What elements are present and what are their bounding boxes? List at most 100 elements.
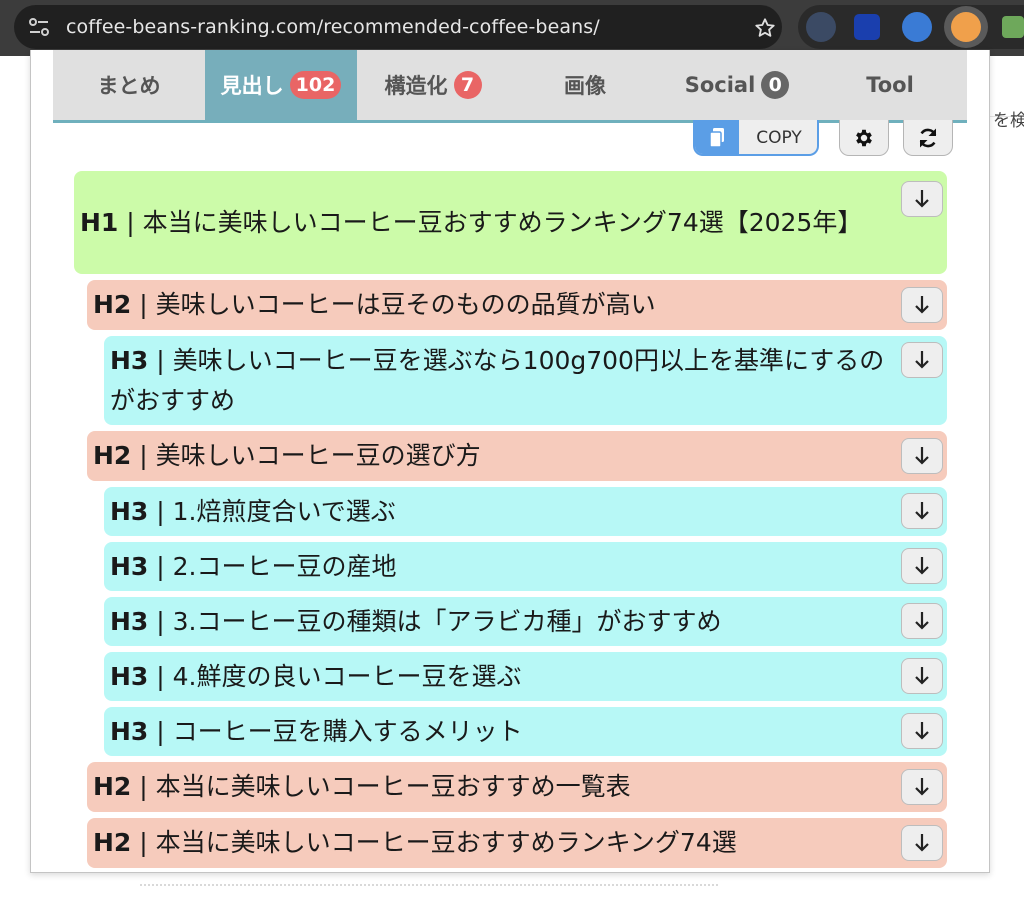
copy-icon xyxy=(695,120,739,154)
heading-text: H3 | 美味しいコーヒー豆を選ぶなら100g700円以上を基準にするのがおすす… xyxy=(110,345,885,415)
heading-level: H3 xyxy=(110,551,149,581)
scroll-to-heading-button[interactable] xyxy=(901,438,943,474)
arrow-down-icon xyxy=(915,351,929,369)
tab-summary[interactable]: まとめ xyxy=(53,50,205,120)
heading-content: 2.コーヒー豆の産地 xyxy=(172,551,397,581)
heading-content: 本当に美味しいコーヒー豆おすすめ一覧表 xyxy=(155,772,631,801)
arrow-down-icon xyxy=(915,447,929,465)
heading-row-h3: H3 | コーヒー豆を購入するメリット xyxy=(104,707,947,756)
seo-extension-popup: まとめ 見出し 102 構造化 7 画像 Social 0 Tool COPY … xyxy=(30,50,990,873)
heading-level: H1 xyxy=(80,207,119,237)
heading-row-h2: H2 | 美味しいコーヒー豆の選び方 xyxy=(87,431,947,481)
heading-level: H2 xyxy=(93,828,132,857)
arrow-down-icon xyxy=(915,502,929,520)
heading-text: H3 | 2.コーヒー豆の産地 xyxy=(110,551,397,581)
scroll-to-heading-button[interactable] xyxy=(901,825,943,861)
puzzle-extension-icon[interactable] xyxy=(1002,16,1024,38)
social-count-badge: 0 xyxy=(761,71,790,99)
scroll-to-heading-button[interactable] xyxy=(901,713,943,749)
background-search-text: を検 xyxy=(993,111,1024,131)
arrow-down-icon xyxy=(915,296,929,314)
heading-content: 美味しいコーヒーは豆そのものの品質が高い xyxy=(155,290,656,319)
heading-content: 美味しいコーヒー豆の選び方 xyxy=(155,441,481,470)
tab-structured-data[interactable]: 構造化 7 xyxy=(357,50,509,120)
headings-count-badge: 102 xyxy=(289,71,342,99)
heading-level: H3 xyxy=(110,716,149,746)
clock-extension-icon[interactable] xyxy=(806,12,836,42)
tab-bar: まとめ 見出し 102 構造化 7 画像 Social 0 Tool xyxy=(53,50,967,123)
scroll-to-heading-button[interactable] xyxy=(901,181,943,217)
heading-text: H1 | 本当に美味しいコーヒー豆おすすめランキング74選【2025年】 xyxy=(80,207,863,237)
heading-level: H3 xyxy=(110,496,149,526)
scroll-to-heading-button[interactable] xyxy=(901,548,943,584)
heading-content: 本当に美味しいコーヒー豆おすすめランキング74選 xyxy=(155,828,737,857)
background-dotted-line xyxy=(140,884,718,888)
heading-content: 4.鮮度の良いコーヒー豆を選ぶ xyxy=(172,661,522,691)
heading-row-h3: H3 | 1.焙煎度合いで選ぶ xyxy=(104,487,947,536)
scroll-to-heading-button[interactable] xyxy=(901,287,943,323)
heading-text: H3 | 3.コーヒー豆の種類は「アラビカ種」がおすすめ xyxy=(110,606,722,636)
q-extension-icon[interactable] xyxy=(902,12,932,42)
heading-row-h2: H2 | 美味しいコーヒーは豆そのものの品質が高い xyxy=(87,280,947,330)
heading-text: H2 | 美味しいコーヒー豆の選び方 xyxy=(93,441,481,470)
heading-row-h3: H3 | 美味しいコーヒー豆を選ぶなら100g700円以上を基準にするのがおすす… xyxy=(104,336,947,425)
heading-content: 3.コーヒー豆の種類は「アラビカ種」がおすすめ xyxy=(172,606,722,636)
extensions-bar xyxy=(798,5,1024,49)
heading-row-h2: H2 | 本当に美味しいコーヒー豆おすすめ一覧表 xyxy=(87,762,947,812)
refresh-icon xyxy=(919,128,937,147)
tab-headings[interactable]: 見出し 102 xyxy=(205,50,357,120)
tab-label: まとめ xyxy=(97,74,161,98)
refresh-button[interactable] xyxy=(903,120,953,156)
arrow-down-icon xyxy=(915,722,929,740)
structured-count-badge: 7 xyxy=(453,71,482,99)
heading-row-h1: H1 | 本当に美味しいコーヒー豆おすすめランキング74選【2025年】 xyxy=(74,171,947,274)
scroll-to-heading-button[interactable] xyxy=(901,342,943,378)
heading-row-h2: H2 | 本当に美味しいコーヒー豆おすすめランキング74選 xyxy=(87,818,947,868)
tab-label: Social xyxy=(684,73,756,97)
heading-level: H2 xyxy=(93,441,132,470)
arrow-down-icon xyxy=(915,557,929,575)
address-bar[interactable]: coffee-beans-ranking.com/recommended-cof… xyxy=(14,5,782,49)
scroll-to-heading-button[interactable] xyxy=(901,769,943,805)
tab-label: 見出し xyxy=(220,74,284,98)
heading-text: H3 | 1.焙煎度合いで選ぶ xyxy=(110,496,396,526)
arrow-down-icon xyxy=(915,667,929,685)
arrow-down-icon xyxy=(915,834,929,852)
heading-level: H2 xyxy=(93,290,132,319)
copy-label: COPY xyxy=(756,128,802,148)
url-text[interactable]: coffee-beans-ranking.com/recommended-cof… xyxy=(66,16,600,38)
heading-level: H3 xyxy=(110,661,149,691)
heading-text: H3 | 4.鮮度の良いコーヒー豆を選ぶ xyxy=(110,661,522,691)
arrow-down-icon xyxy=(915,190,929,208)
heading-level: H3 xyxy=(110,606,149,636)
scroll-to-heading-button[interactable] xyxy=(901,493,943,529)
heading-text: H2 | 本当に美味しいコーヒー豆おすすめ一覧表 xyxy=(93,772,631,801)
tab-label: 構造化 xyxy=(384,74,448,98)
heading-content: 本当に美味しいコーヒー豆おすすめランキング74選【2025年】 xyxy=(142,207,863,237)
site-settings-icon[interactable] xyxy=(28,17,50,37)
heading-text: H2 | 本当に美味しいコーヒー豆おすすめランキング74選 xyxy=(93,828,737,857)
heading-text: H2 | 美味しいコーヒーは豆そのものの品質が高い xyxy=(93,290,656,319)
heading-content: 1.焙煎度合いで選ぶ xyxy=(172,496,396,526)
gear-icon xyxy=(856,129,872,146)
cat-extension-icon[interactable] xyxy=(951,12,981,42)
tab-social[interactable]: Social 0 xyxy=(661,50,813,120)
popup-content: まとめ 見出し 102 構造化 7 画像 Social 0 Tool COPY … xyxy=(53,50,967,872)
heading-text: H3 | コーヒー豆を購入するメリット xyxy=(110,716,523,746)
bookmark-star-icon[interactable] xyxy=(754,17,776,39)
scroll-to-heading-button[interactable] xyxy=(901,603,943,639)
heading-row-h3: H3 | 2.コーヒー豆の産地 xyxy=(104,542,947,591)
tab-tool[interactable]: Tool xyxy=(813,50,967,120)
heading-content: 美味しいコーヒー豆を選ぶなら100g700円以上を基準にするのがおすすめ xyxy=(110,345,885,415)
tab-images[interactable]: 画像 xyxy=(509,50,661,120)
tab-label: 画像 xyxy=(564,74,606,98)
browser-toolbar: coffee-beans-ranking.com/recommended-cof… xyxy=(0,0,1024,56)
tab-label: Tool xyxy=(866,73,914,97)
blue-extension-icon[interactable] xyxy=(854,14,880,40)
settings-button[interactable] xyxy=(839,120,889,156)
scroll-to-heading-button[interactable] xyxy=(901,658,943,694)
arrow-down-icon xyxy=(915,612,929,630)
copy-button[interactable]: COPY xyxy=(693,120,819,156)
heading-row-h3: H3 | 3.コーヒー豆の種類は「アラビカ種」がおすすめ xyxy=(104,597,947,646)
heading-content: コーヒー豆を購入するメリット xyxy=(172,716,523,746)
